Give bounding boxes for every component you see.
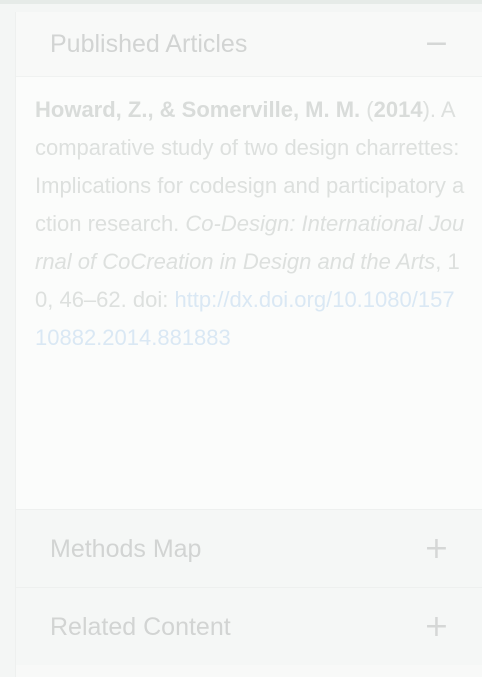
related-content-section: Related Content + [16,587,482,665]
published-articles-header[interactable]: Published Articles − [16,12,482,76]
citation-year-open: ( [366,97,374,122]
methods-map-section: Methods Map + [16,509,482,587]
related-content-title: Related Content [50,612,231,641]
collapse-icon[interactable]: − [424,29,449,59]
citation-authors: Howard, Z., & Somerville, M. M. [35,97,361,122]
related-content-header[interactable]: Related Content + [16,588,482,666]
methods-map-title: Methods Map [50,534,202,563]
citation-year: 2014 [373,97,423,122]
expand-icon[interactable]: + [424,534,449,564]
article-citation: Howard, Z., & Somerville, M. M. (2014). … [35,91,465,357]
top-divider [0,0,482,4]
sidebar-accordion: Published Articles − Howard, Z., & Somer… [15,12,482,677]
published-articles-panel: Howard, Z., & Somerville, M. M. (2014). … [16,76,482,509]
methods-map-header[interactable]: Methods Map + [16,510,482,588]
expand-icon[interactable]: + [424,612,449,642]
citation-year-close: ). [422,97,437,122]
published-articles-title: Published Articles [50,29,248,58]
